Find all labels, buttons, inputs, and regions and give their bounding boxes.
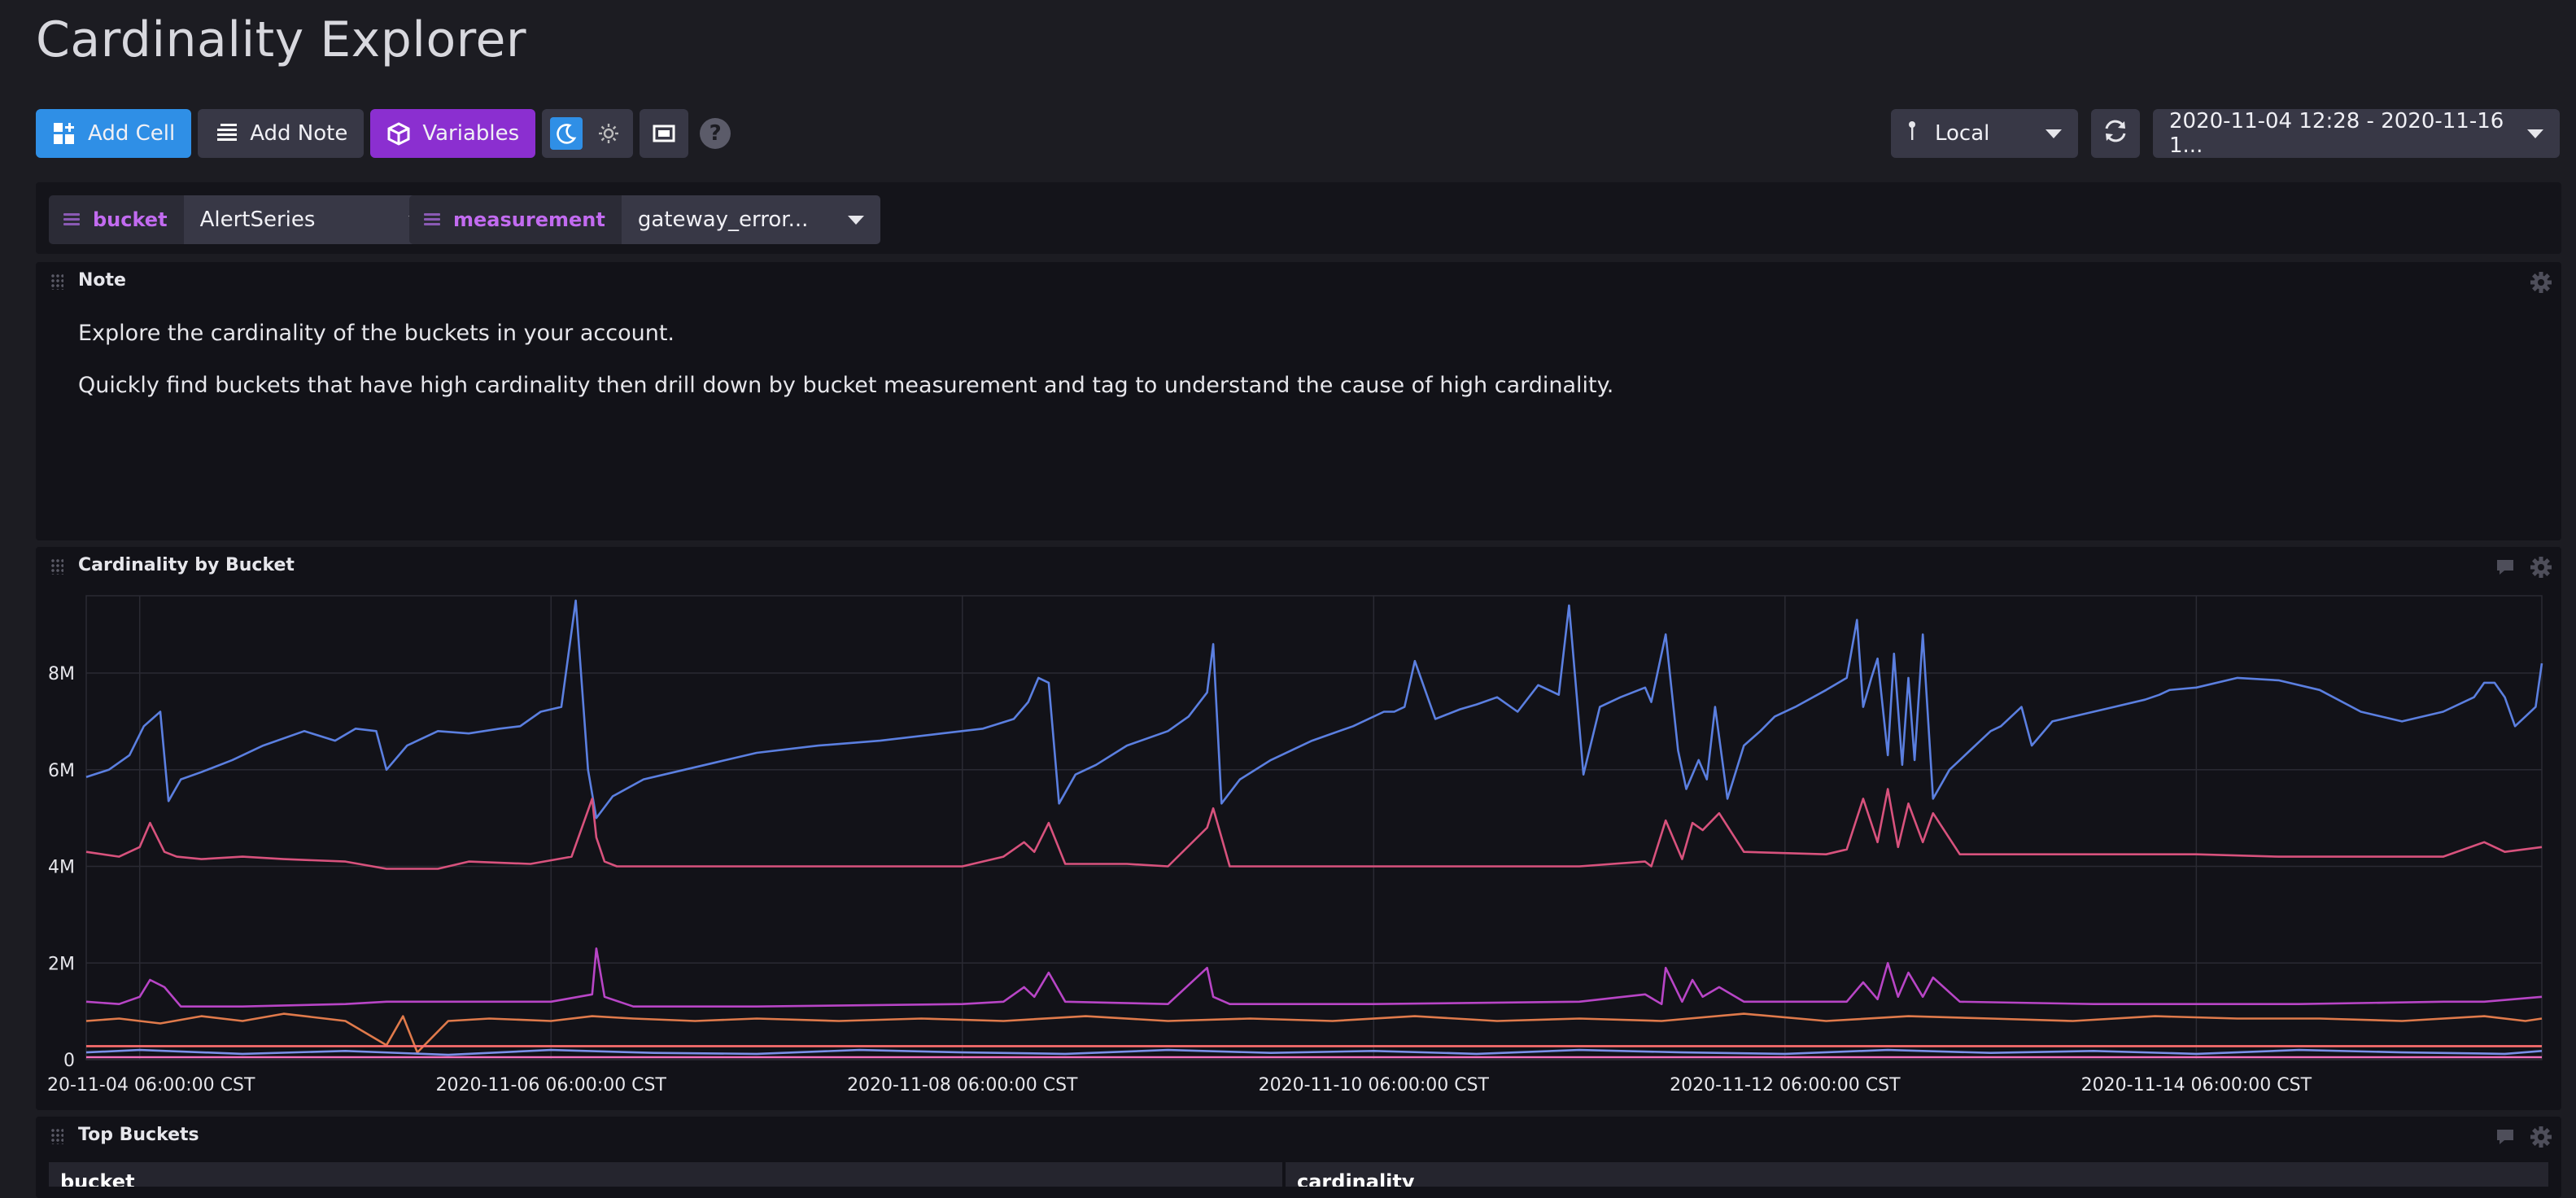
x-tick-label: 2020-11-06 06:00:00 CST: [436, 1075, 667, 1095]
x-tick-label: 2020-11-12 06:00:00 CST: [1670, 1075, 1901, 1095]
x-tick-label: 2020-11-14 06:00:00 CST: [2081, 1075, 2312, 1095]
drag-handle-icon[interactable]: [63, 213, 80, 226]
note-paragraph: Quickly find buckets that have high card…: [78, 373, 1614, 398]
column-header-cardinality[interactable]: cardinality: [1286, 1162, 2548, 1187]
cell-header: Top Buckets: [36, 1117, 2561, 1156]
variable-value-dropdown[interactable]: AlertSeries: [183, 195, 441, 244]
dashboard-toolbar: Add Cell Add Note Variables ?: [36, 109, 731, 158]
chart-cell: Cardinality by Bucket 0 2M 4M 6M 8M 20-11-04 …: [36, 547, 2561, 1110]
variables-bar: bucket AlertSeries measurement gateway_e…: [36, 182, 2561, 254]
series-line: [85, 947, 2543, 1008]
help-icon[interactable]: ?: [700, 118, 731, 149]
light-mode-icon[interactable]: [592, 117, 625, 150]
x-tick-label: 2020-11-08 06:00:00 CST: [847, 1075, 1078, 1095]
dark-mode-icon[interactable]: [550, 117, 583, 150]
variable-value-dropdown[interactable]: gateway_error...: [621, 195, 880, 244]
series-line: [85, 788, 2543, 870]
plot-area-border: [85, 595, 2543, 1060]
series-line: [85, 1048, 2543, 1056]
refresh-icon: [2102, 117, 2129, 151]
chevron-down-icon: [2527, 129, 2543, 138]
add-cell-icon: [52, 121, 76, 146]
y-tick-label: 6M: [48, 761, 75, 781]
drag-handle-icon[interactable]: [50, 273, 63, 290]
cube-icon: [386, 121, 411, 146]
drag-handle-icon[interactable]: [50, 1128, 63, 1144]
drag-handle-icon[interactable]: [424, 213, 440, 226]
gear-icon[interactable]: [2529, 1125, 2553, 1149]
variables-button[interactable]: Variables: [370, 109, 536, 158]
series-line: [85, 599, 2543, 820]
x-tick-label: 20-11-04 06:00:00 CST: [47, 1075, 255, 1095]
variable-measurement[interactable]: measurement gateway_error...: [409, 195, 880, 244]
add-cell-button[interactable]: Add Cell: [36, 109, 192, 158]
note-paragraph: Explore the cardinality of the buckets i…: [78, 321, 675, 346]
variable-name: bucket: [49, 195, 184, 244]
add-cell-label: Add Cell: [88, 121, 176, 146]
note-cell: Note Explore the cardinality of the buck…: [36, 262, 2561, 540]
time-range-dropdown[interactable]: 2020-11-04 12:28 - 2020-11-16 1...: [2153, 109, 2560, 158]
time-range-label: 2020-11-04 12:28 - 2020-11-16 1...: [2169, 109, 2504, 158]
variable-bucket[interactable]: bucket AlertSeries: [49, 195, 441, 244]
column-header-bucket[interactable]: bucket: [49, 1162, 1282, 1187]
y-tick-label: 0: [63, 1051, 75, 1071]
add-note-button[interactable]: Add Note: [198, 109, 365, 158]
y-tick-label: 4M: [48, 858, 75, 878]
y-tick-label: 2M: [48, 954, 75, 974]
presentation-mode-button[interactable]: [640, 109, 689, 158]
cell-title: Note: [78, 270, 126, 291]
time-controls: Local 2020-11-04 12:28 - 2020-11-16 1...: [1891, 109, 2560, 158]
refresh-button[interactable]: [2091, 109, 2140, 158]
y-tick-label: 8M: [48, 664, 75, 684]
add-note-label: Add Note: [250, 121, 348, 146]
theme-toggle[interactable]: [542, 109, 634, 158]
cell-title: Top Buckets: [78, 1125, 199, 1145]
top-buckets-cell: Top Buckets bucket cardinality: [36, 1117, 2561, 1198]
note-icon: [214, 121, 238, 146]
page-title: Cardinality Explorer: [36, 11, 527, 68]
timezone-dropdown[interactable]: Local: [1891, 109, 2078, 158]
variables-label: Variables: [422, 121, 520, 146]
pin-icon: [1907, 120, 1917, 147]
cardinality-line-chart[interactable]: 0 2M 4M 6M 8M 20-11-04 06:00:00 CST 2020-11-06…: [36, 547, 2561, 1110]
x-tick-label: 2020-11-10 06:00:00 CST: [1259, 1075, 1490, 1095]
chevron-down-icon: [2046, 129, 2062, 138]
variable-name: measurement: [409, 195, 622, 244]
gear-icon[interactable]: [2529, 270, 2553, 295]
chevron-down-icon: [847, 215, 864, 225]
comment-icon[interactable]: [2495, 1126, 2516, 1148]
cell-header: Note: [36, 262, 2561, 301]
fullscreen-icon: [652, 121, 676, 146]
timezone-label: Local: [1935, 121, 1990, 146]
